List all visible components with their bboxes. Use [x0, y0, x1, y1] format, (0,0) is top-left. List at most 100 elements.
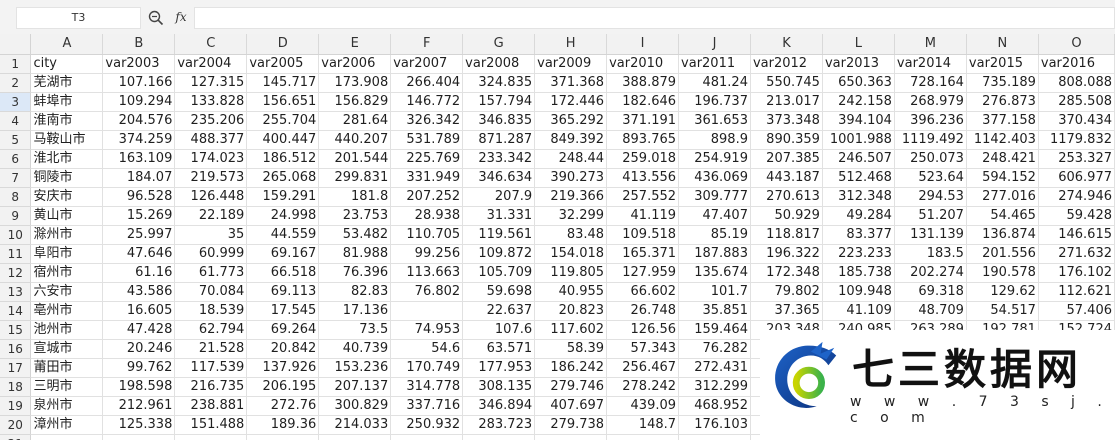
cell-m9[interactable]: 51.207: [894, 206, 967, 226]
cell-d12[interactable]: 66.518: [246, 263, 320, 283]
cell-b9[interactable]: 15.269: [102, 206, 176, 226]
cell-k8[interactable]: 270.613: [750, 187, 823, 207]
cell-h15[interactable]: 117.602: [534, 320, 608, 340]
cell-d19[interactable]: 272.76: [246, 396, 320, 416]
row-header[interactable]: 3: [0, 92, 32, 112]
cell-k9[interactable]: 50.929: [750, 206, 823, 226]
cell-n9[interactable]: 54.465: [966, 206, 1039, 226]
cell-b12[interactable]: 61.16: [102, 263, 176, 283]
column-header-h[interactable]: H: [534, 34, 608, 55]
cell-empty[interactable]: [606, 434, 680, 440]
cell-i17[interactable]: 256.467: [606, 358, 680, 378]
column-header-b[interactable]: B: [102, 34, 176, 55]
cell-f8[interactable]: 207.252: [390, 187, 464, 207]
cell-e9[interactable]: 23.753: [318, 206, 392, 226]
cell-c4[interactable]: 235.206: [174, 111, 248, 131]
cell-a4[interactable]: 淮南市: [30, 111, 104, 131]
cell-f18[interactable]: 314.778: [390, 377, 464, 397]
cell-a7[interactable]: 铜陵市: [30, 168, 104, 188]
cell-o14[interactable]: 57.406: [1038, 301, 1115, 321]
cell-j18[interactable]: 312.299: [678, 377, 751, 397]
cell-o1[interactable]: var2016: [1038, 54, 1115, 74]
cell-a3[interactable]: 蚌埠市: [30, 92, 104, 112]
column-header-d[interactable]: D: [246, 34, 320, 55]
cell-c11[interactable]: 60.999: [174, 244, 248, 264]
cell-empty[interactable]: [462, 434, 536, 440]
cell-d1[interactable]: var2005: [246, 54, 320, 74]
cell-i19[interactable]: 439.09: [606, 396, 680, 416]
cell-d7[interactable]: 265.068: [246, 168, 320, 188]
cell-b3[interactable]: 109.294: [102, 92, 176, 112]
cell-g1[interactable]: var2008: [462, 54, 536, 74]
cell-j12[interactable]: 135.674: [678, 263, 751, 283]
row-header[interactable]: 18: [0, 377, 32, 397]
cell-i9[interactable]: 41.119: [606, 206, 680, 226]
cell-empty[interactable]: [30, 434, 104, 440]
name-box[interactable]: T3: [16, 7, 141, 29]
row-header[interactable]: 15: [0, 320, 32, 340]
cell-f14[interactable]: [390, 301, 464, 321]
cell-f7[interactable]: 331.949: [390, 168, 464, 188]
cell-b15[interactable]: 47.428: [102, 320, 176, 340]
cell-j1[interactable]: var2011: [678, 54, 751, 74]
cell-l9[interactable]: 49.284: [822, 206, 895, 226]
cell-l12[interactable]: 185.738: [822, 263, 895, 283]
cell-o3[interactable]: 285.508: [1038, 92, 1115, 112]
cell-i1[interactable]: var2010: [606, 54, 680, 74]
row-header[interactable]: 11: [0, 244, 32, 264]
cell-o11[interactable]: 271.632: [1038, 244, 1115, 264]
row-header[interactable]: 19: [0, 396, 32, 416]
column-header-j[interactable]: J: [678, 34, 751, 55]
cell-a12[interactable]: 宿州市: [30, 263, 104, 283]
cell-m6[interactable]: 250.073: [894, 149, 967, 169]
cell-h11[interactable]: 154.018: [534, 244, 608, 264]
cell-empty[interactable]: [174, 434, 248, 440]
cell-e4[interactable]: 281.64: [318, 111, 392, 131]
cell-l3[interactable]: 242.158: [822, 92, 895, 112]
cell-o8[interactable]: 274.946: [1038, 187, 1115, 207]
cell-b10[interactable]: 25.997: [102, 225, 176, 245]
row-header[interactable]: 13: [0, 282, 32, 302]
cell-h8[interactable]: 219.366: [534, 187, 608, 207]
row-header[interactable]: 8: [0, 187, 32, 207]
cell-j2[interactable]: 481.24: [678, 73, 751, 93]
cell-k12[interactable]: 172.348: [750, 263, 823, 283]
cell-a18[interactable]: 三明市: [30, 377, 104, 397]
column-header-g[interactable]: G: [462, 34, 536, 55]
column-header-l[interactable]: L: [822, 34, 895, 55]
cell-c13[interactable]: 70.084: [174, 282, 248, 302]
cell-g10[interactable]: 119.561: [462, 225, 536, 245]
cell-m1[interactable]: var2014: [894, 54, 967, 74]
cell-k5[interactable]: 890.359: [750, 130, 823, 150]
cell-j10[interactable]: 85.19: [678, 225, 751, 245]
cell-j4[interactable]: 361.653: [678, 111, 751, 131]
cell-d4[interactable]: 255.704: [246, 111, 320, 131]
cell-a9[interactable]: 黄山市: [30, 206, 104, 226]
cell-i18[interactable]: 278.242: [606, 377, 680, 397]
cell-l11[interactable]: 223.233: [822, 244, 895, 264]
cell-j7[interactable]: 436.069: [678, 168, 751, 188]
cell-m3[interactable]: 268.979: [894, 92, 967, 112]
cell-a6[interactable]: 淮北市: [30, 149, 104, 169]
cell-e20[interactable]: 214.033: [318, 415, 392, 435]
cell-b8[interactable]: 96.528: [102, 187, 176, 207]
cell-j8[interactable]: 309.777: [678, 187, 751, 207]
row-header[interactable]: 7: [0, 168, 32, 188]
cell-h6[interactable]: 248.44: [534, 149, 608, 169]
cell-i14[interactable]: 26.748: [606, 301, 680, 321]
cell-a5[interactable]: 马鞍山市: [30, 130, 104, 150]
cell-o6[interactable]: 253.327: [1038, 149, 1115, 169]
cell-g20[interactable]: 283.723: [462, 415, 536, 435]
cell-n11[interactable]: 201.556: [966, 244, 1039, 264]
cell-i15[interactable]: 126.56: [606, 320, 680, 340]
row-header[interactable]: 5: [0, 130, 32, 150]
cell-e5[interactable]: 440.207: [318, 130, 392, 150]
cell-h17[interactable]: 186.242: [534, 358, 608, 378]
cell-k3[interactable]: 213.017: [750, 92, 823, 112]
cell-d17[interactable]: 137.926: [246, 358, 320, 378]
cell-o7[interactable]: 606.977: [1038, 168, 1115, 188]
cell-h4[interactable]: 365.292: [534, 111, 608, 131]
cell-a11[interactable]: 阜阳市: [30, 244, 104, 264]
cell-m2[interactable]: 728.164: [894, 73, 967, 93]
cell-i3[interactable]: 182.646: [606, 92, 680, 112]
